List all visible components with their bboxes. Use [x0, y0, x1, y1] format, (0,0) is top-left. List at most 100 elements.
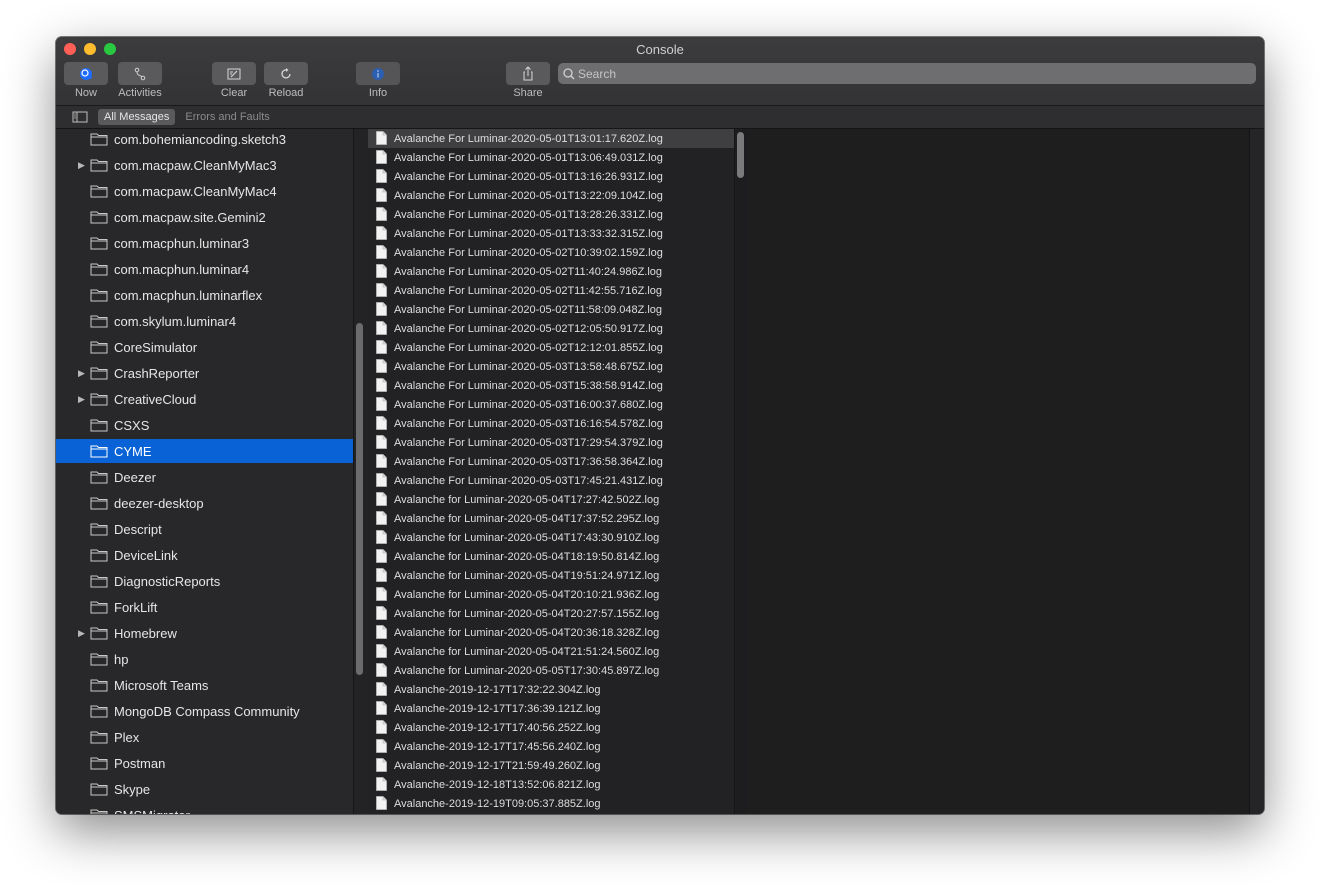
- sidebar-item[interactable]: Plex: [56, 725, 353, 749]
- sidebar-item[interactable]: SMSMigrator: [56, 803, 353, 814]
- sidebar-toggle-icon[interactable]: [72, 111, 88, 123]
- file-name: Avalanche for Luminar-2020-05-04T20:27:5…: [394, 607, 660, 620]
- document-icon: [376, 701, 387, 715]
- sidebar-item[interactable]: ForkLift: [56, 595, 353, 619]
- sidebar-item[interactable]: ▶ Homebrew: [56, 621, 353, 645]
- file-row[interactable]: Avalanche-2019-12-17T17:40:56.252Z.log: [368, 718, 734, 737]
- file-row[interactable]: Avalanche For Luminar-2020-05-02T11:40:2…: [368, 262, 734, 281]
- share-button[interactable]: [506, 62, 550, 85]
- file-row[interactable]: Avalanche For Luminar-2020-05-02T11:42:5…: [368, 281, 734, 300]
- file-row[interactable]: Avalanche For Luminar-2020-05-02T12:12:0…: [368, 338, 734, 357]
- reload-button[interactable]: [264, 62, 308, 85]
- sidebar-item[interactable]: CoreSimulator: [56, 335, 353, 359]
- sidebar-item[interactable]: com.macphun.luminar4: [56, 257, 353, 281]
- sidebar-item[interactable]: Postman: [56, 751, 353, 775]
- file-row[interactable]: Avalanche For Luminar-2020-05-03T15:38:5…: [368, 376, 734, 395]
- file-row[interactable]: Avalanche-2019-12-19T09:05:37.885Z.log: [368, 794, 734, 813]
- activities-button[interactable]: [118, 62, 162, 85]
- file-row[interactable]: Avalanche for Luminar-2020-05-04T20:10:2…: [368, 585, 734, 604]
- sidebar-item[interactable]: CSXS: [56, 413, 353, 437]
- disclosure-triangle-icon[interactable]: ▶: [78, 628, 85, 639]
- file-row[interactable]: Avalanche for Luminar-2020-05-04T20:27:5…: [368, 604, 734, 623]
- file-row[interactable]: Avalanche For Luminar-2020-05-02T10:39:0…: [368, 243, 734, 262]
- sidebar-item[interactable]: com.macphun.luminarflex: [56, 283, 353, 307]
- sidebar-item-label: DeviceLink: [114, 547, 178, 563]
- toolbar: Console Now Activities Clear Reload Info…: [56, 37, 1264, 106]
- file-row[interactable]: Avalanche For Luminar-2020-05-01T13:06:4…: [368, 148, 734, 167]
- file-name: Avalanche for Luminar-2020-05-04T19:51:2…: [394, 569, 660, 582]
- file-row[interactable]: Avalanche For Luminar-2020-05-02T11:58:0…: [368, 300, 734, 319]
- folder-icon: [90, 497, 108, 510]
- document-icon: [376, 606, 387, 620]
- errors-and-faults-tab[interactable]: Errors and Faults: [179, 109, 275, 125]
- clear-button[interactable]: [212, 62, 256, 85]
- search-field[interactable]: [558, 63, 1256, 84]
- sidebar-item[interactable]: deezer-desktop: [56, 491, 353, 515]
- file-row[interactable]: Avalanche-2019-12-17T21:59:49.260Z.log: [368, 756, 734, 775]
- sidebar-item[interactable]: MongoDB Compass Community: [56, 699, 353, 723]
- file-name: Avalanche for Luminar-2020-05-04T17:27:4…: [394, 493, 660, 506]
- file-row[interactable]: Avalanche For Luminar-2020-05-03T17:36:5…: [368, 452, 734, 471]
- disclosure-triangle-icon[interactable]: ▶: [78, 368, 85, 379]
- sidebar-item-label: CSXS: [114, 417, 150, 433]
- document-icon: [376, 796, 387, 810]
- file-row[interactable]: Avalanche for Luminar-2020-05-04T17:27:4…: [368, 490, 734, 509]
- file-row[interactable]: Avalanche-2019-12-17T17:36:39.121Z.log: [368, 699, 734, 718]
- sidebar-item-label: com.skylum.luminar4: [114, 313, 237, 329]
- search-input[interactable]: [578, 66, 1218, 81]
- sidebar-item[interactable]: ▶ com.macpaw.CleanMyMac3: [56, 153, 353, 177]
- sidebar-item[interactable]: Descript: [56, 517, 353, 541]
- sidebar-item[interactable]: CYME: [56, 439, 353, 463]
- document-icon: [376, 720, 387, 734]
- sidebar-item[interactable]: com.bohemiancoding.sketch3: [56, 129, 353, 151]
- file-row[interactable]: Avalanche for Luminar-2020-05-04T17:37:5…: [368, 509, 734, 528]
- file-row[interactable]: Avalanche For Luminar-2020-05-03T13:58:4…: [368, 357, 734, 376]
- file-row[interactable]: Avalanche For Luminar-2020-05-03T17:45:2…: [368, 471, 734, 490]
- disclosure-triangle-icon[interactable]: ▶: [78, 394, 85, 405]
- folder-icon: [90, 211, 108, 224]
- sidebar-item[interactable]: ▶ CrashReporter: [56, 361, 353, 385]
- file-row[interactable]: Avalanche For Luminar-2020-05-01T13:01:1…: [368, 129, 734, 148]
- document-icon: [376, 131, 387, 145]
- file-row[interactable]: Avalanche for Luminar-2020-05-04T18:19:5…: [368, 547, 734, 566]
- sidebar-scrollbar[interactable]: [356, 323, 363, 675]
- filter-bar: All Messages Errors and Faults: [56, 106, 1264, 129]
- sidebar-item[interactable]: com.macpaw.site.Gemini2: [56, 205, 353, 229]
- disclosure-triangle-icon[interactable]: ▶: [78, 160, 85, 171]
- file-row[interactable]: Avalanche For Luminar-2020-05-03T16:00:3…: [368, 395, 734, 414]
- sidebar-item[interactable]: com.macphun.luminar3: [56, 231, 353, 255]
- file-row[interactable]: Avalanche For Luminar-2020-05-01T13:33:3…: [368, 224, 734, 243]
- all-messages-tab[interactable]: All Messages: [98, 109, 176, 125]
- file-name: Avalanche For Luminar-2020-05-02T12:05:5…: [394, 322, 663, 335]
- sidebar-item[interactable]: Skype: [56, 777, 353, 801]
- file-row[interactable]: Avalanche for Luminar-2020-05-04T17:43:3…: [368, 528, 734, 547]
- file-row[interactable]: Avalanche for Luminar-2020-05-04T20:36:1…: [368, 623, 734, 642]
- reload-icon: [281, 67, 291, 78]
- folder-icon: [90, 679, 108, 692]
- log-detail-pane: [748, 129, 1249, 814]
- file-row[interactable]: Avalanche for Luminar-2020-05-05T17:30:4…: [368, 661, 734, 680]
- file-row[interactable]: Avalanche For Luminar-2020-05-01T13:22:0…: [368, 186, 734, 205]
- file-row[interactable]: Avalanche for Luminar-2020-05-04T21:51:2…: [368, 642, 734, 661]
- sidebar-item[interactable]: DeviceLink: [56, 543, 353, 567]
- info-button[interactable]: [356, 62, 400, 85]
- file-row[interactable]: Avalanche For Luminar-2020-05-03T16:16:5…: [368, 414, 734, 433]
- sidebar-item[interactable]: com.macpaw.CleanMyMac4: [56, 179, 353, 203]
- file-row[interactable]: Avalanche-2019-12-17T17:32:22.304Z.log: [368, 680, 734, 699]
- sidebar-item[interactable]: Microsoft Teams: [56, 673, 353, 697]
- file-row[interactable]: Avalanche for Luminar-2020-05-04T19:51:2…: [368, 566, 734, 585]
- file-row[interactable]: Avalanche For Luminar-2020-05-01T13:16:2…: [368, 167, 734, 186]
- file-row[interactable]: Avalanche For Luminar-2020-05-02T12:05:5…: [368, 319, 734, 338]
- sidebar-item[interactable]: com.skylum.luminar4: [56, 309, 353, 333]
- file-row[interactable]: Avalanche-2019-12-18T13:52:06.821Z.log: [368, 775, 734, 794]
- file-row[interactable]: Avalanche For Luminar-2020-05-03T17:29:5…: [368, 433, 734, 452]
- sidebar-item[interactable]: DiagnosticReports: [56, 569, 353, 593]
- console-window: Console Now Activities Clear Reload Info…: [56, 37, 1264, 814]
- now-button[interactable]: [64, 62, 108, 85]
- sidebar-item[interactable]: ▶ CreativeCloud: [56, 387, 353, 411]
- file-row[interactable]: Avalanche-2019-12-17T17:45:56.240Z.log: [368, 737, 734, 756]
- file-row[interactable]: Avalanche For Luminar-2020-05-01T13:28:2…: [368, 205, 734, 224]
- file-list-scrollbar[interactable]: [737, 132, 744, 178]
- sidebar-item[interactable]: Deezer: [56, 465, 353, 489]
- sidebar-item[interactable]: hp: [56, 647, 353, 671]
